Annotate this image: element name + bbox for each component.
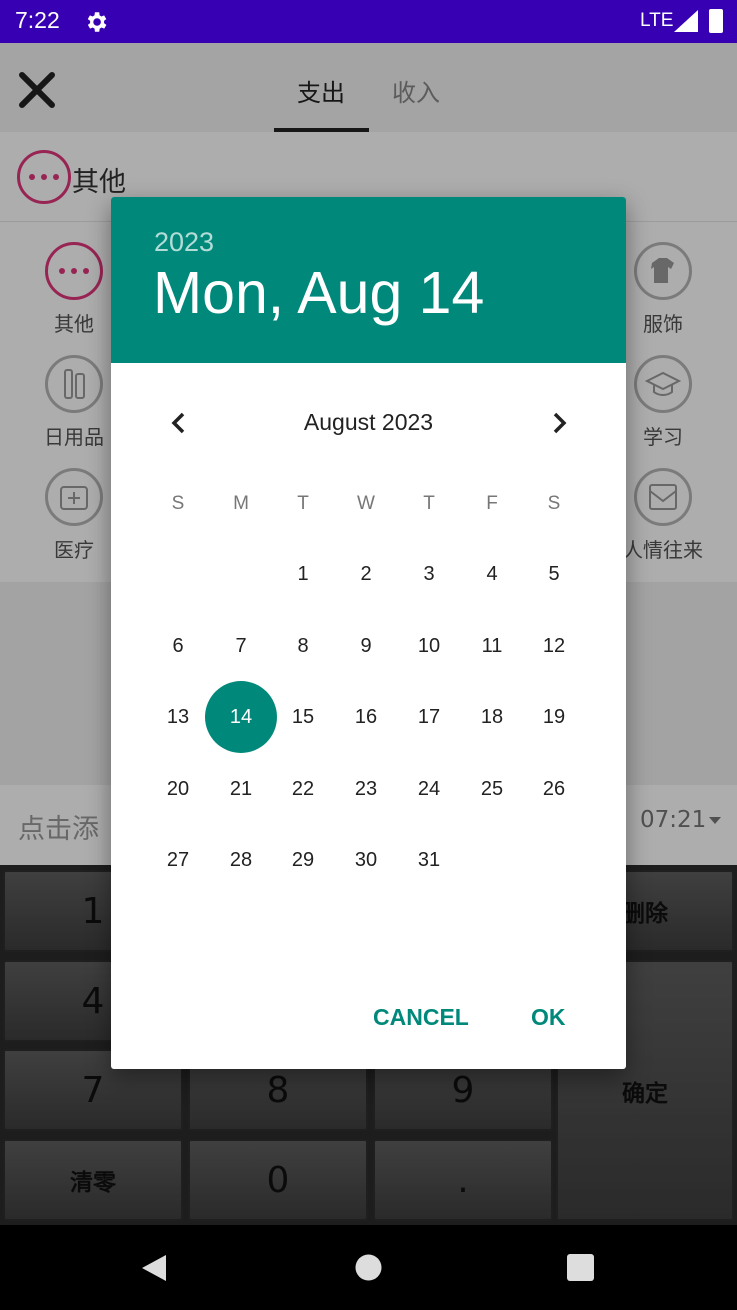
- weekday-label: T: [297, 493, 309, 514]
- calendar-day[interactable]: 16: [336, 687, 396, 747]
- back-icon[interactable]: [140, 1253, 168, 1283]
- settings-gear-icon: [87, 12, 107, 32]
- date-picker-dialog: 2023 Mon, Aug 14 August 2023 S M T W T F…: [111, 197, 626, 1069]
- calendar-day[interactable]: 2: [336, 544, 396, 604]
- cancel-button[interactable]: CANCEL: [373, 1004, 469, 1031]
- date-picker-year[interactable]: 2023: [154, 227, 214, 258]
- calendar-day[interactable]: 8: [273, 616, 333, 676]
- network-type: LTE: [640, 10, 674, 31]
- calendar-day-selected[interactable]: 14: [211, 687, 271, 747]
- calendar-day[interactable]: 17: [399, 687, 459, 747]
- calendar-day[interactable]: 22: [273, 759, 333, 819]
- battery-icon: [709, 9, 723, 33]
- calendar-day[interactable]: 31: [399, 830, 459, 890]
- calendar-day[interactable]: 30: [336, 830, 396, 890]
- status-time: 7:22: [15, 7, 60, 33]
- calendar-day[interactable]: 6: [148, 616, 208, 676]
- calendar-day[interactable]: 29: [273, 830, 333, 890]
- calendar-day[interactable]: 26: [524, 759, 584, 819]
- calendar-day[interactable]: 9: [336, 616, 396, 676]
- calendar-day[interactable]: 15: [273, 687, 333, 747]
- status-bar: 7:22 LTE: [0, 0, 737, 43]
- recents-icon[interactable]: [567, 1254, 594, 1281]
- calendar-day[interactable]: 3: [399, 544, 459, 604]
- signal-icon: [674, 10, 698, 32]
- calendar-day[interactable]: 20: [148, 759, 208, 819]
- calendar-day[interactable]: 25: [462, 759, 522, 819]
- calendar-day[interactable]: 24: [399, 759, 459, 819]
- calendar-day[interactable]: 10: [399, 616, 459, 676]
- month-navigation: August 2023: [111, 393, 626, 453]
- weekday-header: S M T W T F S: [146, 493, 586, 517]
- calendar-day[interactable]: 21: [211, 759, 271, 819]
- calendar-day[interactable]: 28: [211, 830, 271, 890]
- calendar-day[interactable]: 18: [462, 687, 522, 747]
- calendar-day[interactable]: 23: [336, 759, 396, 819]
- weekday-label: M: [233, 493, 249, 514]
- date-picker-selected-date: Mon, Aug 14: [153, 260, 485, 326]
- calendar-day[interactable]: 5: [524, 544, 584, 604]
- home-icon[interactable]: [355, 1254, 382, 1281]
- navigation-bar: [0, 1225, 737, 1310]
- calendar-day[interactable]: 27: [148, 830, 208, 890]
- weekday-label: T: [423, 493, 435, 514]
- weekday-label: S: [547, 493, 561, 514]
- calendar-day[interactable]: 4: [462, 544, 522, 604]
- calendar-day[interactable]: 7: [211, 616, 271, 676]
- calendar-day[interactable]: 12: [524, 616, 584, 676]
- calendar-day[interactable]: 11: [462, 616, 522, 676]
- chevron-right-icon[interactable]: [543, 407, 575, 439]
- calendar-day[interactable]: 1: [273, 544, 333, 604]
- weekday-label: W: [357, 493, 375, 514]
- calendar-day[interactable]: 13: [148, 687, 208, 747]
- weekday-label: F: [486, 493, 498, 514]
- calendar-day[interactable]: 19: [524, 687, 584, 747]
- weekday-label: S: [171, 493, 185, 514]
- ok-button[interactable]: OK: [531, 1004, 566, 1031]
- date-picker-header: 2023 Mon, Aug 14: [111, 197, 626, 363]
